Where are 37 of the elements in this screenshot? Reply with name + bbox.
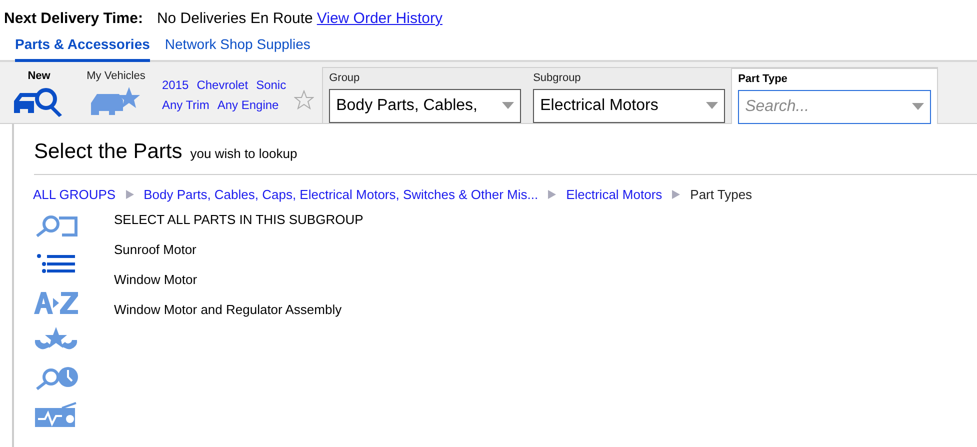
selector-label: Subgroup <box>533 71 582 86</box>
breadcrumb-link[interactable]: ALL GROUPS <box>33 184 116 204</box>
breadcrumb-link[interactable]: Electrical Motors <box>566 184 662 204</box>
caret-icon <box>912 103 924 110</box>
part-type-item[interactable]: SELECT ALL PARTS IN THIS SUBGROUP <box>114 210 364 240</box>
part-type-item[interactable]: Sunroof Motor <box>114 240 364 270</box>
star-icon[interactable] <box>294 90 314 110</box>
vehicle-option[interactable]: Any Engine <box>217 96 279 114</box>
vehicle-info[interactable]: Chevrolet <box>196 76 248 94</box>
dropdown-value: Electrical Motors <box>540 96 658 116</box>
breadcrumb-link[interactable]: Body Parts, Cables, Caps, Electrical Motors, Switches & Other Mis... <box>144 184 538 204</box>
dropdown-value: Body Parts, Cables, <box>336 96 478 116</box>
page-title: Select the Parts <box>34 139 182 165</box>
part-type-item[interactable]: Window Motor <box>114 270 364 300</box>
vehicle-info[interactable]: Sonic <box>256 76 286 94</box>
dropdown-field[interactable]: Body Parts, Cables, <box>329 88 522 123</box>
selector-label: Group <box>329 71 361 86</box>
delivery-status: No Deliveries En Route <box>156 9 313 29</box>
breadcrumb-current: Part Types <box>690 186 752 204</box>
order-history-link[interactable]: View Order History <box>316 8 442 30</box>
part-type-item[interactable]: Window Motor and Regulator Assembly <box>114 300 364 330</box>
delivery-label: Next Delivery Time: <box>4 9 143 29</box>
vehicle-info[interactable]: 2015 <box>162 76 189 94</box>
new-label: New <box>28 69 50 84</box>
vehicle-option[interactable]: Any Trim <box>162 96 210 114</box>
page-subtitle: you wish to lookup <box>190 145 298 163</box>
separator-icon <box>548 190 556 199</box>
selector-label: Part Type <box>738 72 788 87</box>
separator-icon <box>672 190 680 199</box>
dropdown-placeholder: Search... <box>745 96 810 117</box>
tab[interactable]: Network Shop Supplies <box>164 30 310 62</box>
separator-icon <box>126 190 134 199</box>
dropdown-field[interactable]: Search... <box>738 90 932 124</box>
caret-icon <box>706 102 718 110</box>
my-vehicles-label: My Vehicles <box>86 69 146 84</box>
caret-icon <box>502 102 514 110</box>
dropdown-field[interactable]: Electrical Motors <box>533 88 726 123</box>
